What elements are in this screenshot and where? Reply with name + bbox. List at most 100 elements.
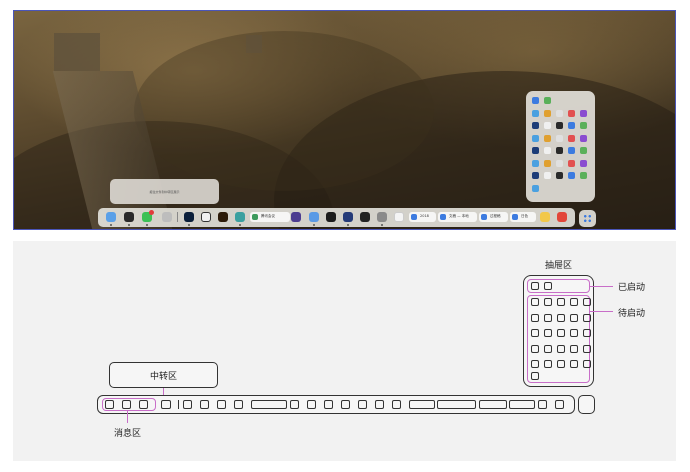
drawer-app-icon[interactable]: [556, 134, 563, 142]
dock[interactable]: 腾讯会议 2018 文稿 — 本地 过程稿 日色: [98, 208, 575, 227]
drawer-slot: [544, 329, 552, 337]
app-icon[interactable]: [343, 212, 353, 222]
launcher-zone: [578, 395, 595, 414]
photoshop-app-icon[interactable]: [184, 212, 194, 222]
drawer-app-icon[interactable]: [544, 159, 551, 167]
app-icon[interactable]: [394, 212, 404, 222]
drawer-app-icon[interactable]: [568, 159, 575, 167]
drawer-slot: [557, 298, 565, 306]
dock-slot: [183, 400, 192, 409]
drawer-app-icon[interactable]: [568, 122, 575, 129]
launcher-button[interactable]: [579, 210, 596, 227]
wps-app-icon[interactable]: [557, 212, 567, 222]
dock-slot: [538, 400, 547, 409]
drawer-app-icon[interactable]: [532, 97, 539, 104]
drawer-app-icon[interactable]: [580, 159, 587, 167]
notes-app-icon[interactable]: [540, 212, 550, 222]
drawer-app-icon[interactable]: [544, 122, 551, 129]
drawer-slot: [570, 344, 578, 353]
dock-slot: [437, 400, 476, 409]
folder-icon: [411, 214, 417, 220]
message-zone-label: 消息区: [114, 429, 142, 439]
drawer-slot: [531, 360, 539, 368]
drawer-app-icon[interactable]: [532, 122, 539, 129]
notification-badge: [149, 210, 154, 215]
dock-separator: [178, 400, 179, 409]
drawer-slot: [557, 313, 565, 322]
drawer-app-icon[interactable]: [568, 109, 575, 117]
drawer-slot: [544, 282, 552, 290]
window-app-icon[interactable]: [201, 212, 211, 222]
drawer-app-icon[interactable]: [532, 172, 539, 179]
drawer-app-icon[interactable]: [580, 134, 587, 142]
mountain-ridge: [134, 31, 434, 191]
drawer-slot: [583, 313, 591, 322]
dock-pill[interactable]: 过程稿: [479, 212, 508, 222]
terminal-app-icon[interactable]: [326, 212, 336, 222]
app-icon[interactable]: [360, 212, 370, 222]
dock-pill-label: 过程稿: [490, 214, 501, 218]
qq-app-icon[interactable]: [124, 212, 134, 222]
drawer-app-icon[interactable]: [556, 122, 563, 129]
drawer-slot: [583, 298, 591, 306]
app-icon[interactable]: [291, 212, 301, 222]
drawer-app-icon[interactable]: [532, 147, 539, 154]
drawer-slot: [531, 344, 539, 353]
app-drawer-panel[interactable]: [526, 91, 595, 202]
drawer-app-icon[interactable]: [544, 172, 551, 179]
drawer-app-icon[interactable]: [544, 97, 551, 104]
dock-slot: [161, 400, 171, 409]
drawer-slot: [557, 360, 565, 368]
dock-pill-label: 文稿 — 本地: [449, 214, 469, 218]
watchtower: [54, 33, 100, 71]
dock-pill[interactable]: 2018: [409, 212, 436, 222]
pending-pointer: [590, 311, 613, 312]
drawer-app-icon[interactable]: [556, 109, 563, 117]
drawer-slot: [531, 313, 539, 322]
drawer-app-icon[interactable]: [544, 134, 551, 142]
running-indicator: [110, 224, 112, 226]
drawer-slot: [557, 329, 565, 337]
drawer-slot: [583, 329, 591, 337]
transfer-drop-icon[interactable]: [162, 212, 172, 222]
settings-app-icon[interactable]: [377, 212, 387, 222]
pending-grid: [527, 295, 590, 383]
drawer-app-icon[interactable]: [568, 134, 575, 142]
dock-slot: [409, 400, 435, 409]
drawer-app-icon[interactable]: [532, 184, 539, 192]
drawer-app-icon[interactable]: [556, 172, 563, 179]
drawer-slot: [570, 298, 578, 306]
drawer-app-icon[interactable]: [532, 109, 539, 117]
drawer-app-icon[interactable]: [544, 109, 551, 117]
drawer-app-icon[interactable]: [556, 159, 563, 167]
dock-pill[interactable]: 文稿 — 本地: [438, 212, 477, 222]
drawer-slot: [570, 360, 578, 368]
transfer-zone-popup[interactable]: 拖住文件到中转区展示: [110, 179, 219, 204]
finder-app-icon[interactable]: [106, 212, 116, 222]
dock-pill[interactable]: 日色: [510, 212, 536, 222]
dock-pill[interactable]: 腾讯会议: [250, 212, 290, 222]
drawer-app-icon[interactable]: [580, 122, 587, 129]
drawer-app-icon[interactable]: [532, 134, 539, 142]
drawer-app-icon[interactable]: [568, 172, 575, 179]
drawer-slot: [531, 372, 539, 380]
drawer-app-icon[interactable]: [580, 172, 587, 179]
dock-slot: [341, 400, 350, 409]
drawer-app-icon[interactable]: [568, 147, 575, 154]
app-icon[interactable]: [309, 212, 319, 222]
running-indicator: [347, 224, 349, 226]
drawer-slot: [531, 282, 539, 290]
drawer-app-icon[interactable]: [580, 147, 587, 154]
dock-slot: [251, 400, 287, 409]
folder-icon: [481, 214, 487, 220]
drawer-app-icon[interactable]: [580, 109, 587, 117]
drawer-app-icon[interactable]: [544, 147, 551, 154]
drawer-app-icon[interactable]: [556, 147, 563, 154]
browser-app-icon[interactable]: [235, 212, 245, 222]
dock-slot: [375, 400, 384, 409]
running-indicator: [313, 224, 315, 226]
illustrator-app-icon[interactable]: [218, 212, 228, 222]
dock-pill-label: 日色: [521, 214, 528, 218]
drawer-app-icon[interactable]: [532, 159, 539, 167]
transfer-zone-label: 中转区: [149, 371, 177, 382]
